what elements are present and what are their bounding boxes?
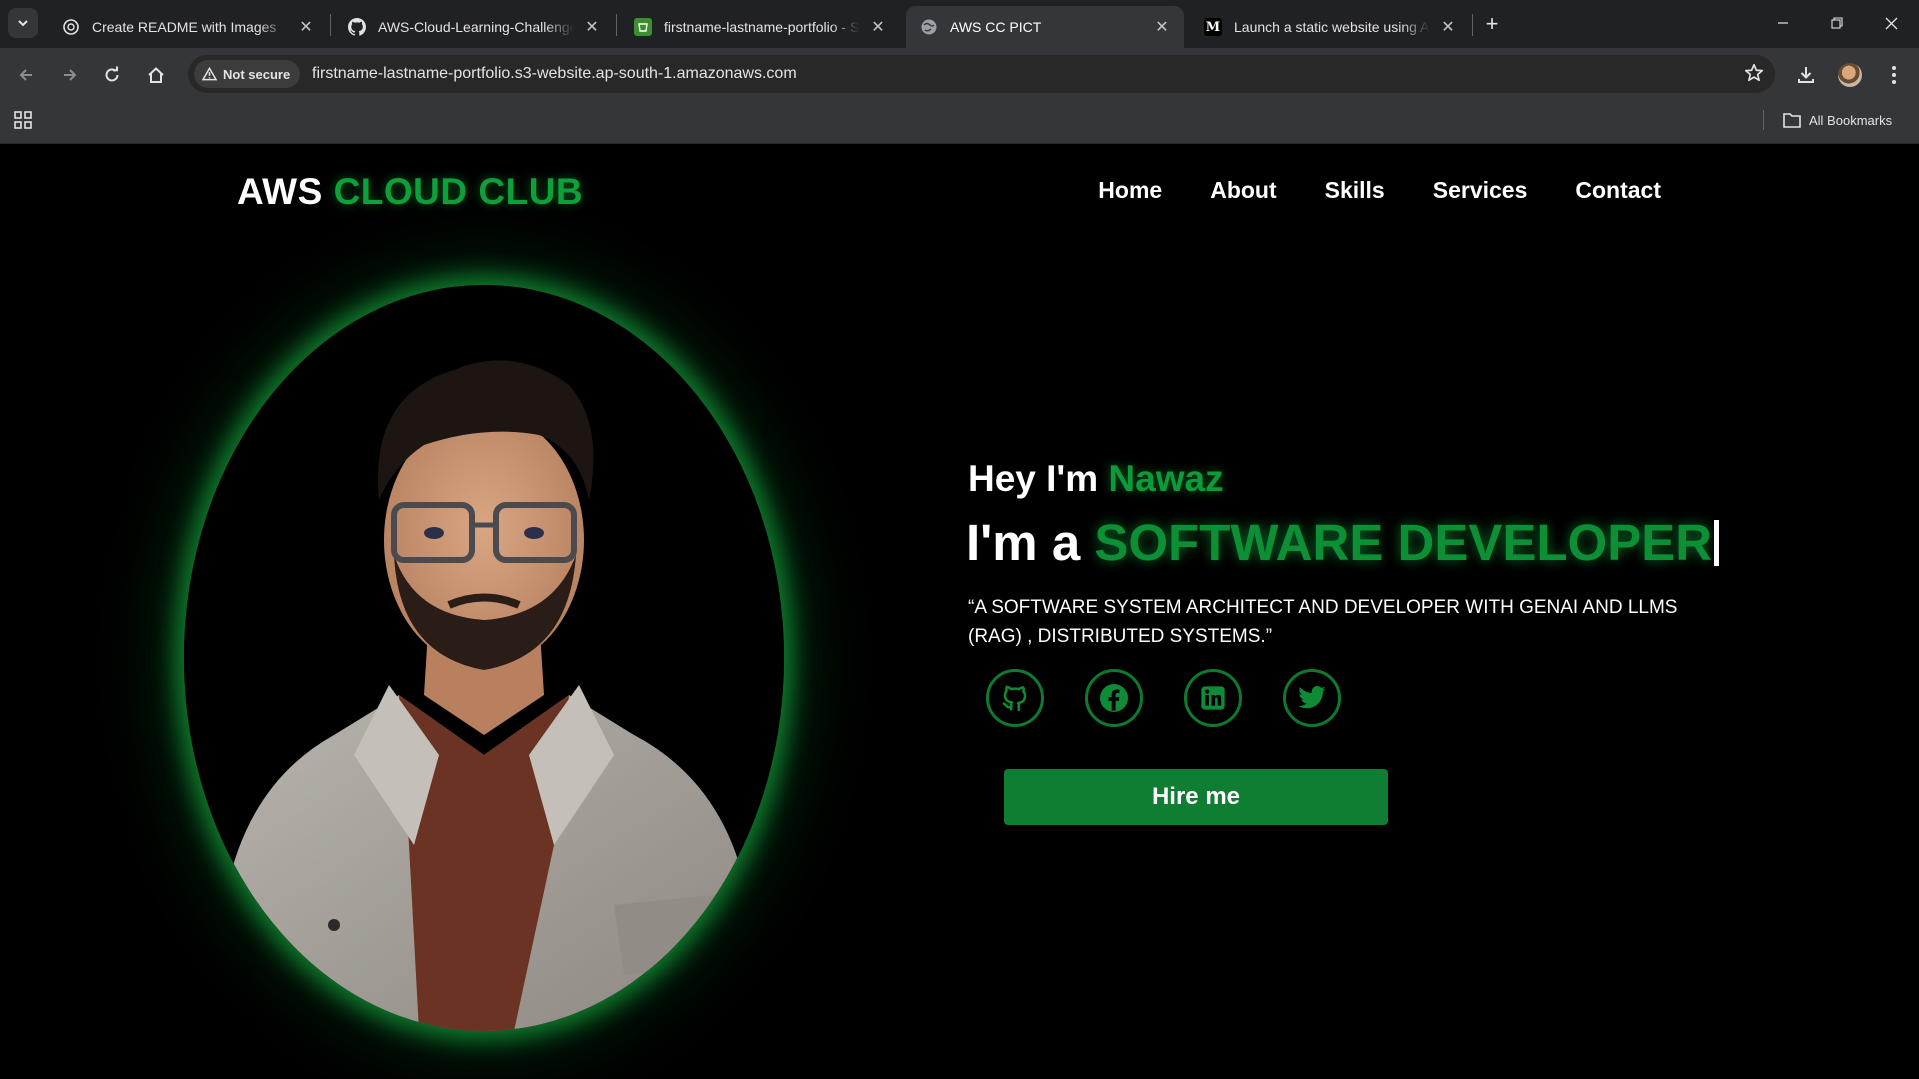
role-title: SOFTWARE DEVELOPER [1094,514,1713,571]
hire-me-button[interactable]: Hire me [1004,769,1388,825]
twitter-icon [1298,686,1326,709]
restore-icon [1831,17,1843,29]
tab-title: Launch a static website using A [1234,19,1430,35]
reload-icon [105,66,119,82]
linkedin-icon [1201,686,1225,710]
tab-title: firstname-lastname-portfolio - S [664,19,860,35]
window-close-button[interactable] [1864,0,1918,46]
social-link-linkedin[interactable] [1184,669,1242,727]
tab-search-button[interactable] [8,8,38,38]
security-chip[interactable]: Not secure [194,60,301,88]
tab-create-readme[interactable]: Create README with Images ✕ [48,6,328,48]
reload-button[interactable] [96,59,128,91]
minimize-button[interactable] [1756,0,1810,46]
logo-text-cloud-club: CLOUD CLUB [333,171,584,212]
tab-divider [330,14,331,36]
minimize-icon [1778,22,1788,24]
hero-name: Nawaz [1108,458,1224,499]
address-bar[interactable]: Not secure firstname-lastname-portfolio.… [188,55,1775,93]
bookmarks-bar [0,102,1919,144]
browser-menu-button[interactable] [1878,59,1910,91]
greeting-prefix: Hey I'm [968,458,1109,499]
new-tab-button[interactable]: + [1478,10,1506,38]
nav-about[interactable]: About [1210,177,1276,204]
hero-greeting: Hey I'm Nawaz [968,458,1224,500]
hero-role: I'm a SOFTWARE DEVELOPER [966,513,1720,572]
apps-grid-icon[interactable] [13,110,33,135]
tab-divider [616,14,617,36]
hero-tagline: “A SOFTWARE SYSTEM ARCHITECT AND DEVELOP… [968,597,1678,647]
social-link-facebook[interactable] [1085,669,1143,727]
s3-bucket-icon [634,18,652,36]
portrait-illustration [184,285,784,1031]
social-links [986,669,1382,727]
medium-icon: M [1204,18,1222,36]
tab-github-challenge[interactable]: AWS-Cloud-Learning-Challenge ✕ [334,6,614,48]
back-button[interactable] [10,59,42,91]
tab-title: AWS-Cloud-Learning-Challenge [378,19,574,35]
typing-cursor [1714,520,1720,566]
folder-icon [1783,113,1801,128]
tab-title: AWS CC PICT [950,19,1042,35]
facebook-icon [1100,684,1128,712]
close-icon[interactable]: ✕ [1152,17,1172,37]
social-link-github[interactable] [986,669,1044,727]
restore-button[interactable] [1810,0,1864,46]
download-icon [1798,67,1814,83]
avatar [1838,63,1862,87]
openai-icon [62,18,80,36]
github-icon [1002,685,1027,712]
url-text[interactable]: firstname-lastname-portfolio.s3-website.… [312,55,797,93]
close-icon[interactable]: ✕ [868,17,888,37]
close-icon[interactable]: ✕ [582,17,602,37]
nav-services[interactable]: Services [1433,177,1528,204]
tab-aws-cc-pict[interactable]: AWS CC PICT ✕ [906,6,1184,48]
main-nav: Home About Skills Services Contact [1050,177,1661,204]
close-icon[interactable]: ✕ [296,17,316,37]
home-icon [148,67,164,83]
downloads-button[interactable] [1790,59,1822,91]
role-prefix: I'm a [966,514,1095,571]
profile-photo [184,285,784,1031]
forward-button[interactable] [54,59,86,91]
security-label: Not secure [223,66,291,82]
more-vertical-icon [1892,66,1896,84]
globe-icon [920,18,938,36]
social-link-twitter[interactable] [1283,669,1341,727]
all-bookmarks-label: All Bookmarks [1809,112,1893,128]
github-icon [348,18,366,36]
home-button[interactable] [140,59,172,91]
warning-icon [202,67,217,81]
close-icon [1885,17,1897,29]
tab-divider [1472,14,1473,36]
tab-title: Create README with Images [92,19,277,35]
tab-s3-bucket[interactable]: firstname-lastname-portfolio - S ✕ [620,6,900,48]
nav-home[interactable]: Home [1098,177,1162,204]
chevron-down-icon [18,20,28,27]
all-bookmarks-button[interactable]: All Bookmarks [1783,109,1892,131]
arrow-right-icon [64,69,77,81]
tab-medium-article[interactable]: M Launch a static website using A ✕ [1190,6,1470,48]
profile-button[interactable] [1834,59,1866,91]
site-logo[interactable]: AWS CLOUD CLUB [237,171,583,213]
bookmarks-divider [1763,110,1764,130]
arrow-left-icon [19,69,32,81]
nav-contact[interactable]: Contact [1575,177,1661,204]
close-icon[interactable]: ✕ [1438,17,1458,37]
tab-strip: Create README with Images ✕ AWS-Cloud-Le… [0,0,1919,48]
bookmark-star-icon[interactable] [1743,62,1765,89]
page-viewport: AWS CLOUD CLUB Home About Skills Service… [0,145,1919,1079]
nav-skills[interactable]: Skills [1325,177,1385,204]
logo-text-aws: AWS [237,171,334,212]
browser-toolbar: Not secure firstname-lastname-portfolio.… [0,48,1919,102]
